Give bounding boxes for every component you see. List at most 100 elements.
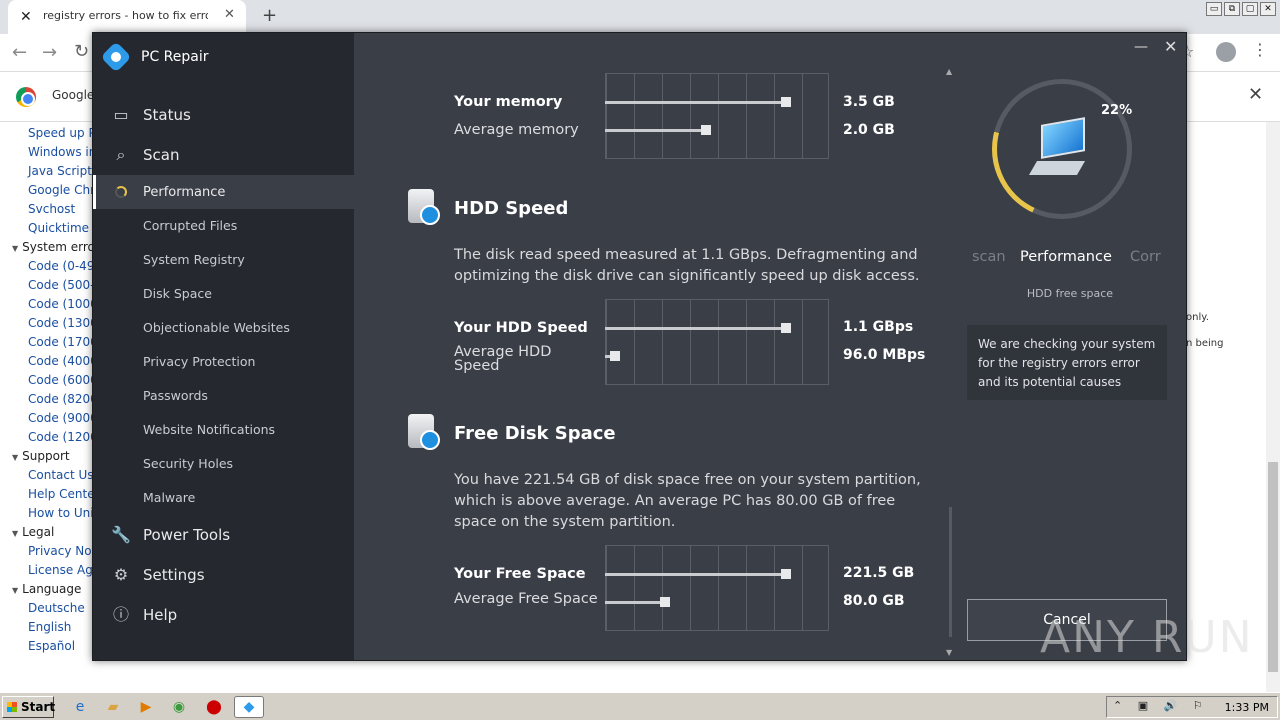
tree-link[interactable]: Code (4000 [28, 354, 98, 368]
tree-link[interactable]: Code (0-499 [28, 259, 102, 273]
tree-label: Code (1000 [28, 297, 98, 311]
sidebar-sub-item[interactable]: Passwords [143, 388, 208, 403]
scan-step-subtitle: HDD free space [1026, 287, 1114, 300]
media-player-icon[interactable]: ▶ [136, 697, 156, 717]
sidebar-sub-item[interactable]: Website Notifications [143, 422, 275, 437]
restore-button[interactable]: ⧉ [1224, 2, 1240, 16]
tree-link[interactable]: Svchost [28, 202, 75, 216]
nav-status[interactable]: ▭ Status [93, 98, 354, 132]
tree-link[interactable]: Español [28, 639, 75, 653]
slider-knob [781, 569, 791, 579]
watermark: ANY RUN [1040, 612, 1254, 663]
your-hdd-bar [605, 323, 791, 333]
profile-icon[interactable] [1216, 42, 1236, 62]
tree-link[interactable]: Code (1200 [28, 430, 98, 444]
tree-link[interactable]: Deutsche [28, 601, 85, 615]
tree-link[interactable]: How to Unir [28, 506, 99, 520]
sidebar-sub-item[interactable]: Objectionable Websites [143, 320, 290, 335]
average-free-space-bar [605, 597, 670, 607]
tree-label: English [28, 620, 72, 634]
opera-icon[interactable]: ⬤ [204, 697, 224, 717]
tree-link[interactable]: Code (8200 [28, 392, 98, 406]
tree-link[interactable]: License Agr [28, 563, 98, 577]
page-text: n being [1186, 338, 1224, 349]
nav-help[interactable]: ⓘ Help [93, 598, 354, 632]
caret-down-icon[interactable]: ▼ [12, 244, 18, 253]
memory-grid [605, 73, 829, 159]
tree-group[interactable]: ▼ Legal [12, 525, 54, 539]
tree-label: Deutsche [28, 601, 85, 615]
tree-group[interactable]: ▼ System erro [12, 240, 95, 254]
nav-settings[interactable]: ⚙ Settings [93, 558, 354, 592]
minimize-button[interactable]: ▭ [1206, 2, 1222, 16]
ie-icon[interactable]: e [70, 697, 90, 717]
menu-icon[interactable]: ⋮ [1252, 40, 1268, 59]
window-close-button[interactable]: ✕ [1260, 2, 1276, 16]
tree-link[interactable]: Help Cente [28, 487, 95, 501]
back-arrow-icon[interactable]: ← [12, 42, 27, 63]
average-memory-bar [605, 125, 711, 135]
tree-group[interactable]: ▼ Language [12, 582, 81, 596]
caret-down-icon[interactable]: ▼ [12, 529, 18, 538]
magnifier-icon: ⌕ [116, 145, 126, 164]
tree-label: System erro [22, 240, 95, 254]
tree-link[interactable]: Java Script [28, 164, 92, 178]
tree-link[interactable]: Code (9000 [28, 411, 98, 425]
nav-label: Settings [143, 566, 205, 584]
taskbar: Start e ▰ ▶ ◉ ⬤ ◆ ⌃ ▣ 🔊 ⚐ 1:33 PM [0, 692, 1280, 720]
tree-link[interactable]: Contact Us [28, 468, 94, 482]
reload-icon[interactable]: ↻ [74, 41, 89, 62]
tree-link[interactable]: Quicktime [28, 221, 89, 235]
tree-label: Code (8200 [28, 392, 98, 406]
nav-power-tools[interactable]: 🔧 Power Tools [93, 518, 354, 552]
caret-down-icon[interactable]: ▼ [12, 453, 18, 462]
tree-link[interactable]: Code (1700 [28, 335, 98, 349]
tree-link[interactable]: Speed up P [28, 126, 96, 140]
scroll-up-icon[interactable]: ▲ [946, 67, 952, 76]
tree-link[interactable]: English [28, 620, 71, 634]
scroll-track[interactable] [949, 507, 952, 637]
scroll-down-icon[interactable]: ▼ [946, 648, 952, 657]
app-close-button[interactable]: ✕ [1164, 37, 1177, 56]
sidebar-sub-item[interactable]: Privacy Protection [143, 354, 255, 369]
page-text: only. [1186, 312, 1209, 323]
tree-label: Code (4000 [28, 354, 98, 368]
tree-link[interactable]: Privacy Noti [28, 544, 100, 558]
pc-repair-taskbar-icon[interactable]: ◆ [234, 696, 264, 718]
tree-link[interactable]: Windows in [28, 145, 96, 159]
maximize-button[interactable]: ▢ [1242, 2, 1258, 16]
browser-tab[interactable]: ✕ registry errors - how to fix error ✕ [8, 0, 246, 34]
start-button[interactable]: Start [2, 696, 55, 718]
tree-label: Code (500-5 [28, 278, 103, 292]
tree-link[interactable]: Code (1300 [28, 316, 98, 330]
forward-arrow-icon[interactable]: → [42, 42, 57, 63]
tray-icons[interactable]: ⌃ ▣ 🔊 ⚐ [1113, 699, 1209, 712]
scroll-thumb[interactable] [1268, 462, 1278, 672]
tree-link[interactable]: Code (6000 [28, 373, 98, 387]
tree-link[interactable]: Code (500-5 [28, 278, 102, 292]
chrome-taskbar-icon[interactable]: ◉ [169, 697, 189, 717]
folder-icon[interactable]: ▰ [103, 697, 123, 717]
sidebar-sub-item[interactable]: Malware [143, 490, 195, 505]
sidebar-sub-item[interactable]: Corrupted Files [143, 218, 237, 233]
free-disk-description: You have 221.54 GB of disk space free on… [454, 472, 921, 530]
tree-link[interactable]: Code (1000 [28, 297, 98, 311]
page-scrollbar[interactable] [1266, 122, 1280, 692]
sidebar-sub-item[interactable]: System Registry [143, 252, 245, 267]
tree-label: Code (1300 [28, 316, 98, 330]
nav-label: Power Tools [143, 526, 231, 544]
close-icon[interactable]: ✕ [224, 7, 235, 22]
tree-label: Svchost [28, 202, 76, 216]
sidebar-sub-item[interactable]: Security Holes [143, 456, 233, 471]
tree-label: Contact Us [28, 468, 94, 482]
nav-performance[interactable]: Performance [93, 175, 354, 209]
app-minimize-button[interactable]: — [1134, 39, 1148, 55]
new-tab-button[interactable]: + [262, 5, 277, 26]
tree-link[interactable]: Google Chr [28, 183, 95, 197]
caret-down-icon[interactable]: ▼ [12, 586, 18, 595]
nav-scan[interactable]: ⌕ Scan [93, 138, 354, 172]
progress-percent: 22% [1101, 103, 1133, 118]
tree-group[interactable]: ▼ Support [12, 449, 70, 463]
sidebar-sub-item[interactable]: Disk Space [143, 286, 212, 301]
infobar-close-icon[interactable]: ✕ [1248, 84, 1263, 105]
